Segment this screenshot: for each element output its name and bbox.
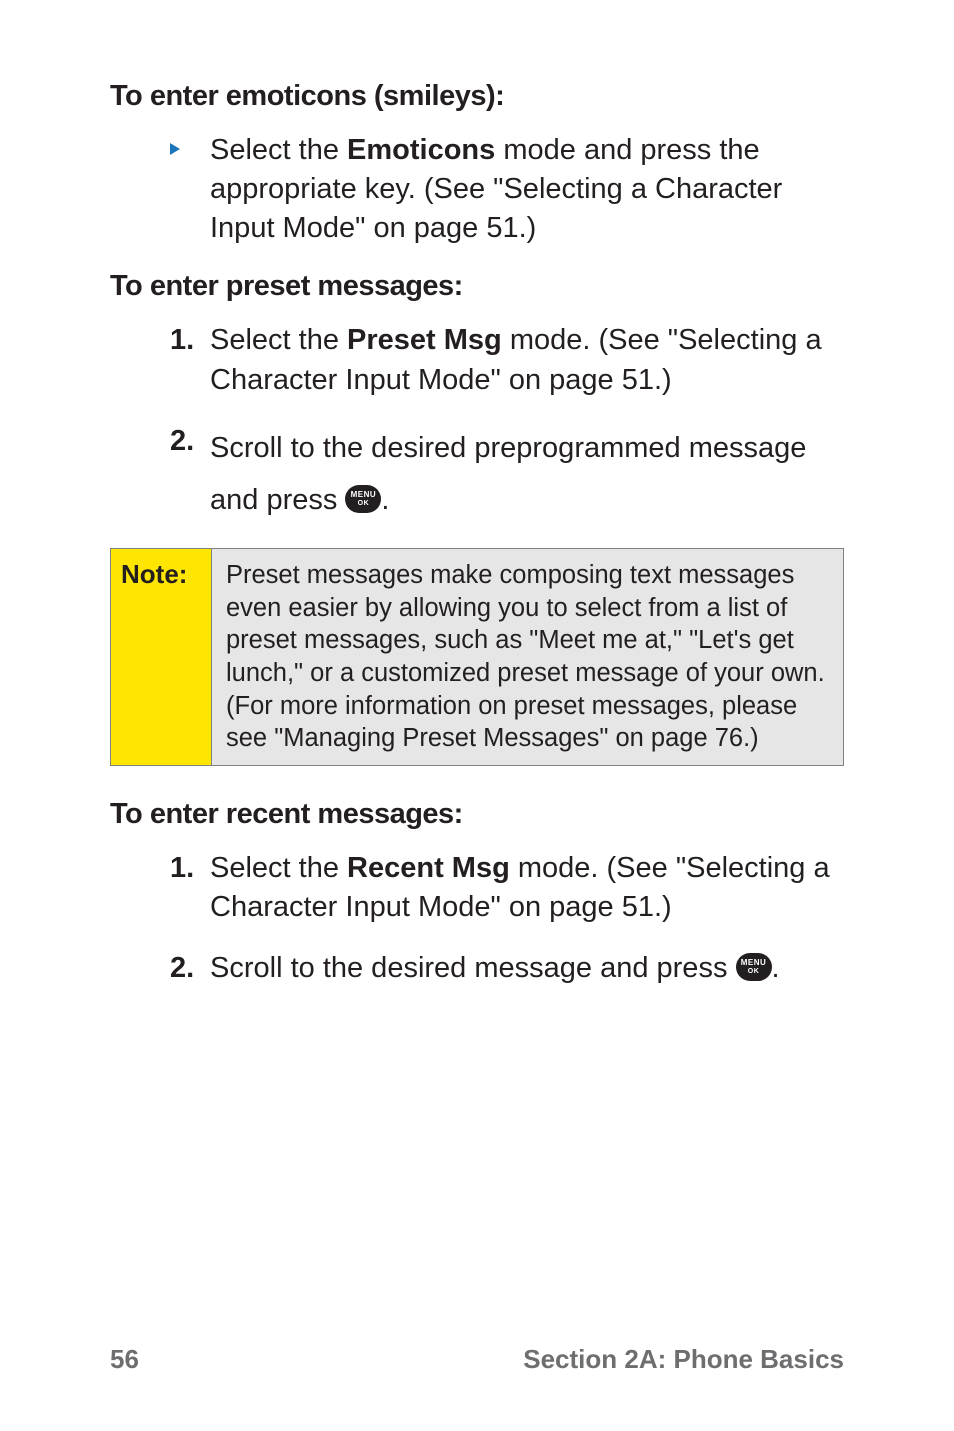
recent-step2-before: Scroll to the desired message and press xyxy=(210,952,736,984)
preset-block: 1. Select the Preset Msg mode. (See "Sel… xyxy=(110,321,844,526)
recent-step-2-number: 2. xyxy=(170,949,210,988)
recent-step-2: 2. Scroll to the desired message and pre… xyxy=(170,949,834,988)
menu-ok-icon: MENUOK xyxy=(345,485,381,513)
heading-emoticons: To enter emoticons (smileys): xyxy=(110,80,844,113)
page-footer: 56 Section 2A: Phone Basics xyxy=(110,1344,844,1375)
preset-step-2: 2. Scroll to the desired preprogrammed m… xyxy=(170,422,834,526)
preset-step-2-number: 2. xyxy=(170,422,210,461)
recent-step2-after: . xyxy=(772,952,780,984)
emoticons-text: Select the Emoticons mode and press the … xyxy=(210,131,834,248)
emoticons-text-before: Select the xyxy=(210,134,347,166)
ok-label: OK xyxy=(748,968,760,975)
emoticons-bold-word: Emoticons xyxy=(347,134,495,166)
recent-step1-before: Select the xyxy=(210,852,347,884)
preset-step1-bold: Preset Msg xyxy=(347,324,502,356)
preset-step-1: 1. Select the Preset Msg mode. (See "Sel… xyxy=(170,321,834,399)
bullet-triangle-icon xyxy=(170,131,210,155)
emoticons-bullet-row: Select the Emoticons mode and press the … xyxy=(170,131,834,248)
recent-block: 1. Select the Recent Msg mode. (See "Sel… xyxy=(110,849,844,988)
preset-step1-before: Select the xyxy=(210,324,347,356)
preset-step-1-text: Select the Preset Msg mode. (See "Select… xyxy=(210,321,834,399)
note-box: Note: Preset messages make composing tex… xyxy=(110,548,844,766)
recent-step-2-text: Scroll to the desired message and press … xyxy=(210,949,834,988)
page-container: To enter emoticons (smileys): Select the… xyxy=(0,0,954,1431)
recent-step-1-number: 1. xyxy=(170,849,210,888)
note-label: Note: xyxy=(111,549,212,765)
emoticons-block: Select the Emoticons mode and press the … xyxy=(110,131,844,248)
menu-label: MENU xyxy=(741,959,767,967)
recent-step1-bold: Recent Msg xyxy=(347,852,510,884)
recent-step-1-text: Select the Recent Msg mode. (See "Select… xyxy=(210,849,834,927)
note-body: Preset messages make composing text mess… xyxy=(212,549,843,765)
heading-preset: To enter preset messages: xyxy=(110,270,844,303)
preset-step2-before: Scroll to the desired preprogrammed mess… xyxy=(210,432,806,516)
menu-ok-icon: MENUOK xyxy=(736,953,772,981)
ok-label: OK xyxy=(358,500,370,507)
heading-recent: To enter recent messages: xyxy=(110,798,844,831)
preset-step-1-number: 1. xyxy=(170,321,210,360)
section-label: Section 2A: Phone Basics xyxy=(523,1344,844,1375)
recent-step-1: 1. Select the Recent Msg mode. (See "Sel… xyxy=(170,849,834,927)
preset-step-2-text: Scroll to the desired preprogrammed mess… xyxy=(210,422,834,526)
preset-step2-after: . xyxy=(381,484,389,516)
menu-label: MENU xyxy=(351,491,377,499)
page-number: 56 xyxy=(110,1344,139,1375)
